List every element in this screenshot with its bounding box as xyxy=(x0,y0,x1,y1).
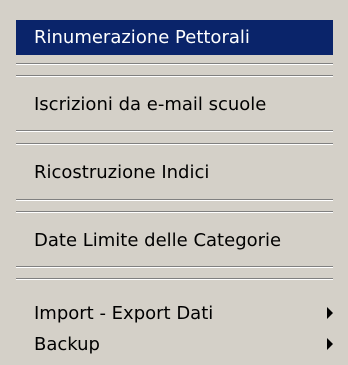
menu-separator xyxy=(16,63,333,65)
menu-separator xyxy=(16,211,333,213)
menu-separator xyxy=(16,266,333,268)
menu-item-ricostruzione-indici[interactable]: Ricostruzione Indici xyxy=(16,152,333,192)
menu-item-label: Import - Export Dati xyxy=(34,302,214,324)
menu-separator xyxy=(16,130,333,132)
menu-item-label: Rinumerazione Pettorali xyxy=(34,27,250,48)
menu-item-label: Date Limite delle Categorie xyxy=(34,229,282,251)
menu-item-backup[interactable]: Backup xyxy=(16,329,333,359)
menu-item-label: Iscrizioni da e-mail scuole xyxy=(34,93,267,115)
menu-item-label: Ricostruzione Indici xyxy=(34,161,210,183)
menu-item-date-limite-categorie[interactable]: Date Limite delle Categorie xyxy=(16,220,333,260)
menu-item-rinumerazione-pettorali[interactable]: Rinumerazione Pettorali xyxy=(16,20,333,55)
menu-item-import-export-dati[interactable]: Import - Export Dati xyxy=(16,298,333,328)
menu-separator xyxy=(16,199,333,201)
context-menu: Rinumerazione Pettorali Iscrizioni da e-… xyxy=(0,0,348,365)
submenu-arrow-icon xyxy=(327,307,333,319)
menu-item-iscrizioni-email-scuole[interactable]: Iscrizioni da e-mail scuole xyxy=(16,84,333,124)
menu-separator xyxy=(16,278,333,280)
menu-separator xyxy=(16,143,333,145)
menu-item-label: Backup xyxy=(34,333,100,355)
menu-separator xyxy=(16,75,333,77)
submenu-arrow-icon xyxy=(327,338,333,350)
